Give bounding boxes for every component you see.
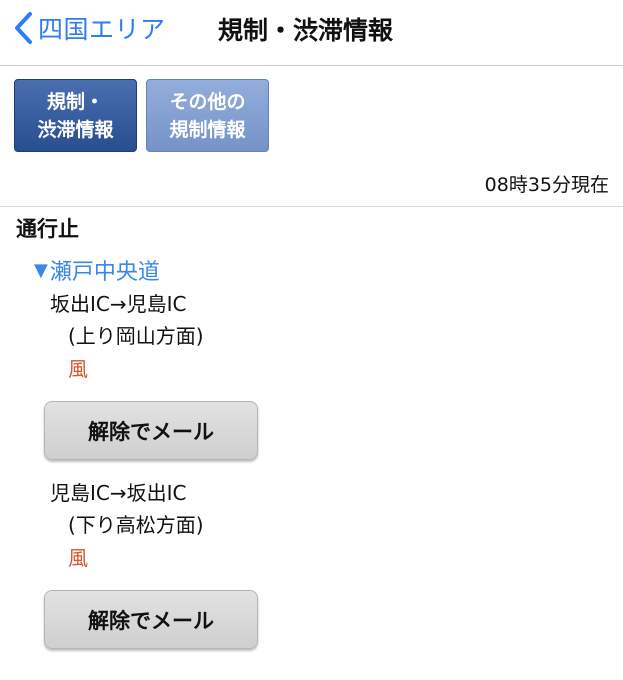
route-label: 児島IC→坂出IC: [50, 481, 187, 505]
tab-label: その他の 規制情報: [169, 90, 246, 141]
cause-label: 風: [68, 546, 88, 570]
tab-bar: 規制・ 渋滞情報 その他の 規制情報: [14, 79, 269, 152]
back-label: 四国エリア: [38, 15, 166, 44]
cause-label: 風: [68, 357, 88, 381]
road-name: 瀬戸中央道: [49, 260, 160, 285]
direction-label: (下り高松方面): [68, 513, 204, 537]
notify-on-clear-button[interactable]: 解除でメール: [44, 590, 258, 649]
chevron-left-icon: [15, 12, 32, 44]
page: 四国エリア 規制・渋滞情報 規制・ 渋滞情報 その他の 規制情報 08時35分現…: [0, 0, 623, 680]
tab-regulation-congestion[interactable]: 規制・ 渋滞情報: [14, 79, 137, 152]
notify-on-clear-button[interactable]: 解除でメール: [44, 401, 258, 460]
tab-other-regulations[interactable]: その他の 規制情報: [146, 79, 269, 152]
back-button[interactable]: 四国エリア: [12, 10, 166, 46]
section-heading: 通行止: [16, 217, 79, 241]
road-toggle[interactable]: ▼ 瀬戸中央道: [34, 254, 160, 286]
direction-label: (上り岡山方面): [68, 324, 204, 348]
divider: [0, 206, 623, 207]
tab-label: 規制・ 渋滞情報: [37, 90, 114, 141]
page-title: 規制・渋滞情報: [218, 16, 394, 45]
nav-header: 四国エリア 規制・渋滞情報: [0, 0, 623, 66]
route-label: 坂出IC→児島IC: [50, 292, 187, 316]
update-timestamp: 08時35分現在: [484, 174, 609, 196]
triangle-down-icon: ▼: [34, 259, 48, 281]
